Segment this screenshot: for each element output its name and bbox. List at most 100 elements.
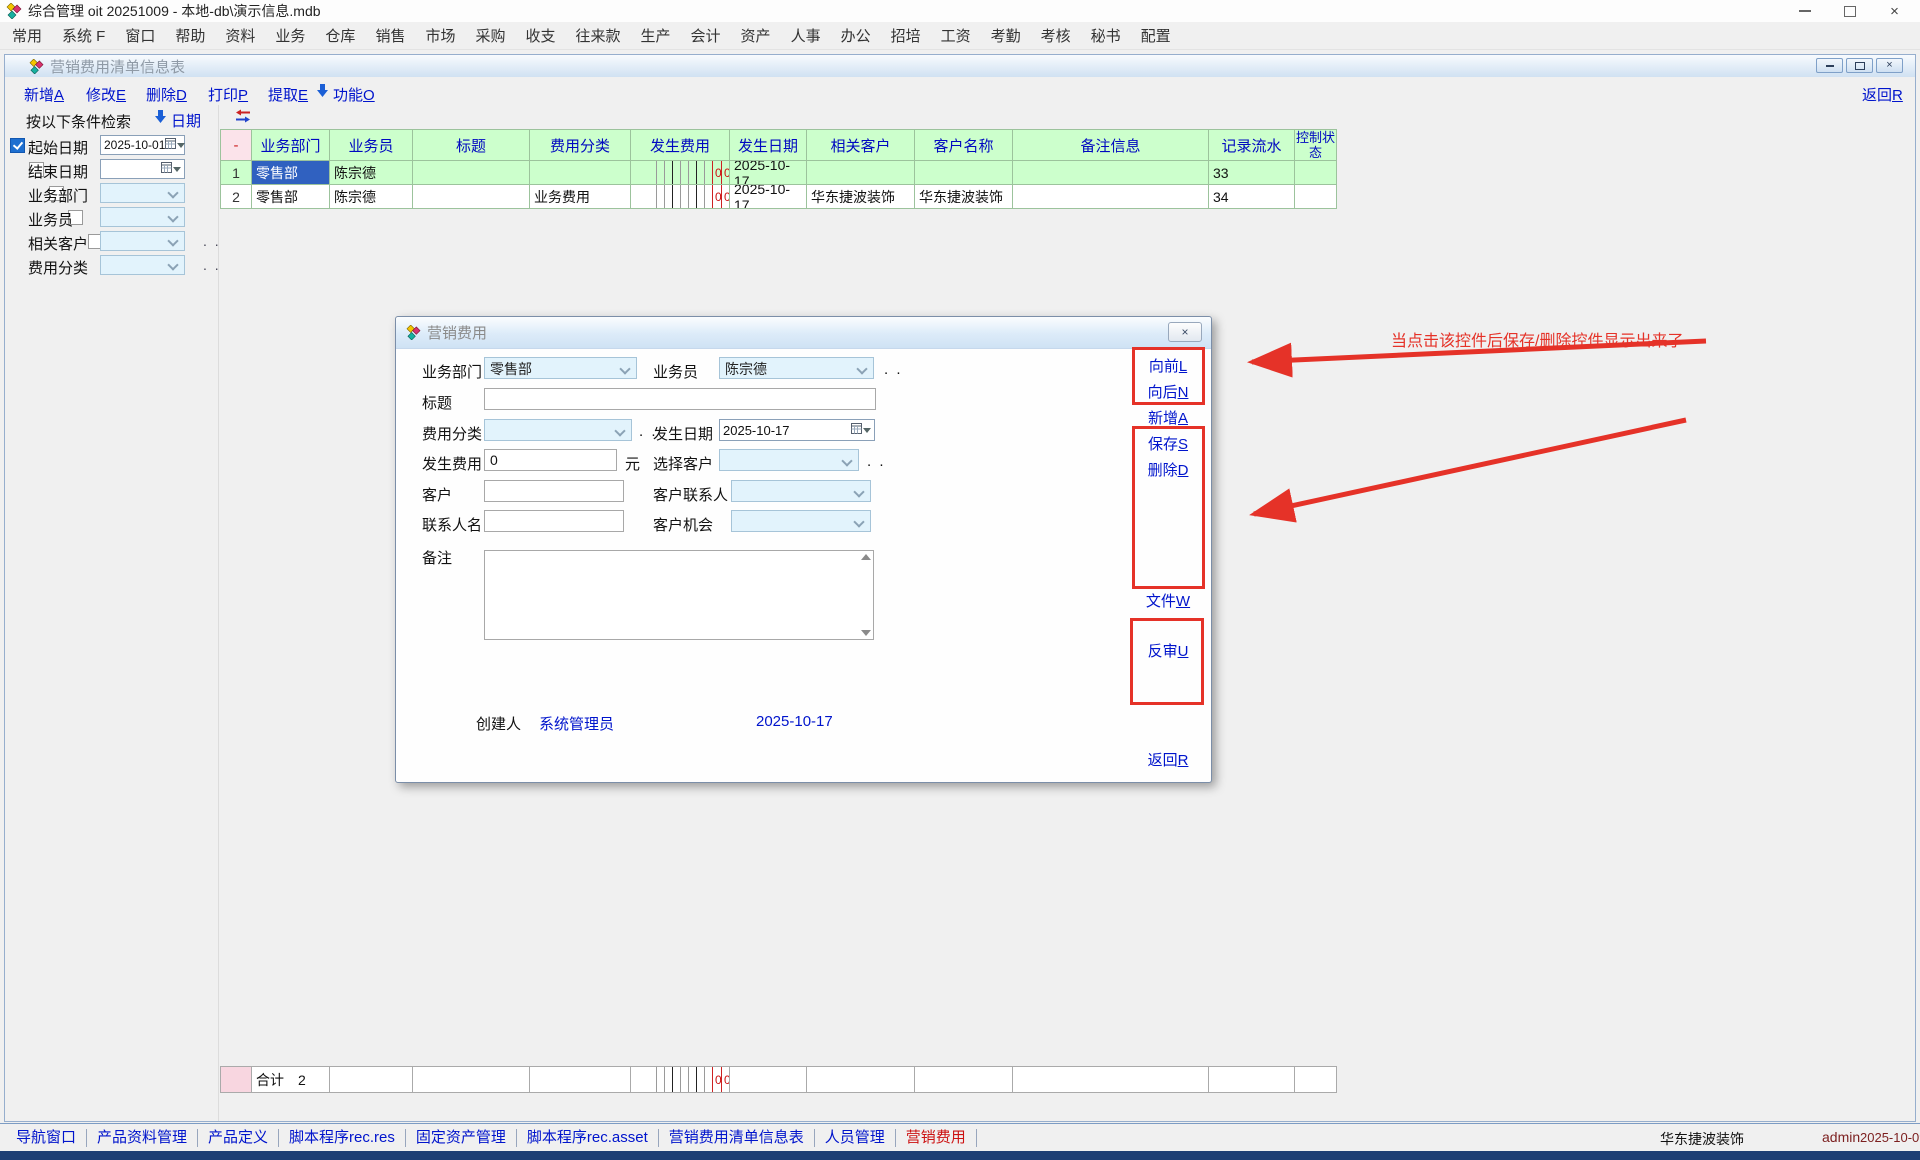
menu-item-wanglaikuan[interactable]: 往来款 (566, 25, 631, 46)
dialog-file-button[interactable]: 文件W (1140, 590, 1196, 611)
dialog-close-button[interactable]: × (1168, 322, 1202, 342)
customer-input[interactable] (484, 480, 624, 502)
toolbar-add-button[interactable]: 新增A (24, 84, 64, 105)
table-row[interactable]: 1 零售部 陈宗德 00 2025-10-17 33 (220, 161, 1337, 185)
grid-header-select[interactable]: - (221, 130, 252, 161)
sort-by-date-button[interactable]: 日期 (171, 110, 201, 131)
grid-header-title[interactable]: 标题 (413, 130, 530, 161)
menu-item-bangzhu[interactable]: 帮助 (165, 25, 215, 46)
grid-header-serial[interactable]: 记录流水 (1209, 130, 1295, 161)
row-serial[interactable]: 33 (1209, 161, 1295, 185)
row-fee[interactable]: 00 (631, 161, 730, 185)
menu-item-zhaopei[interactable]: 招培 (881, 25, 931, 46)
dropdown-arrow-icon[interactable] (177, 143, 185, 148)
grid-header-dept[interactable]: 业务部门 (252, 130, 330, 161)
menu-item-bangong[interactable]: 办公 (831, 25, 881, 46)
tab-script-rec-asset[interactable]: 脚本程序rec.asset (517, 1129, 659, 1147)
toolbar-extract-button[interactable]: 提取E (268, 84, 308, 105)
title-input[interactable] (484, 388, 876, 410)
date-input[interactable]: 2025-10-17 (719, 419, 875, 441)
scroll-up-icon[interactable] (861, 554, 871, 560)
agent-select[interactable]: 陈宗德 (719, 357, 874, 379)
menu-item-yewu[interactable]: 业务 (265, 25, 315, 46)
row-category[interactable] (530, 161, 631, 185)
row-fee[interactable]: 00 (631, 185, 730, 209)
category-select[interactable] (484, 419, 632, 441)
swap-columns-icon[interactable] (234, 109, 252, 128)
mdi-close-button[interactable]: × (1876, 58, 1903, 73)
dialog-add-button[interactable]: 新增A (1140, 407, 1196, 428)
row-category[interactable]: 业务费用 (530, 185, 631, 209)
pick-customer-select[interactable] (719, 449, 859, 471)
tab-fixed-assets[interactable]: 固定资产管理 (406, 1129, 517, 1147)
menu-item-peizhi[interactable]: 配置 (1131, 25, 1181, 46)
dialog-return-button[interactable]: 返回R (1140, 749, 1196, 770)
menu-item-shengchan[interactable]: 生产 (631, 25, 681, 46)
mdi-restore-button[interactable] (1846, 58, 1873, 73)
row-dept[interactable]: 零售部 (252, 185, 330, 209)
calendar-icon[interactable] (165, 136, 176, 154)
grid-header-customer[interactable]: 客户名称 (915, 130, 1013, 161)
tab-personnel[interactable]: 人员管理 (815, 1129, 896, 1147)
fee-input[interactable]: 0 (484, 449, 617, 471)
row-date[interactable]: 2025-10-17 (730, 185, 807, 209)
grid-header-related[interactable]: 相关客户 (807, 130, 915, 161)
filter-start-date-checkbox[interactable] (10, 138, 25, 153)
contact-name-input[interactable] (484, 510, 624, 532)
maximize-button[interactable] (1827, 0, 1872, 22)
menu-item-caigou[interactable]: 采购 (465, 25, 515, 46)
scroll-down-icon[interactable] (861, 630, 871, 636)
row-serial[interactable]: 34 (1209, 185, 1295, 209)
filter-customer-select[interactable] (100, 231, 185, 251)
menu-item-renshi[interactable]: 人事 (781, 25, 831, 46)
grid-header-date[interactable]: 发生日期 (730, 130, 807, 161)
agent-more-button[interactable]: . . (884, 361, 903, 378)
pick-customer-more-button[interactable]: . . (867, 453, 886, 470)
menu-item-kaohe[interactable]: 考核 (1031, 25, 1081, 46)
tab-marketing-expense-active[interactable]: 营销费用 (896, 1129, 977, 1147)
menu-item-chuangkou[interactable]: 窗口 (115, 25, 165, 46)
grid-header-agent[interactable]: 业务员 (330, 130, 413, 161)
row-agent[interactable]: 陈宗德 (330, 161, 413, 185)
opportunity-select[interactable] (731, 510, 871, 532)
filter-agent-select[interactable] (100, 207, 185, 227)
note-textarea[interactable] (484, 550, 874, 640)
grid-header-fee[interactable]: 发生费用 (631, 130, 730, 161)
menu-item-shouzhi[interactable]: 收支 (515, 25, 565, 46)
close-button[interactable]: × (1872, 0, 1917, 22)
tab-expense-list[interactable]: 营销费用清单信息表 (659, 1129, 815, 1147)
calendar-icon[interactable] (851, 421, 862, 439)
row-date[interactable]: 2025-10-17 (730, 161, 807, 185)
row-customer[interactable] (915, 161, 1013, 185)
row-title[interactable] (413, 185, 530, 209)
toolbar-function-button[interactable]: 功能O (333, 84, 375, 105)
grid-header-category[interactable]: 费用分类 (530, 130, 631, 161)
contact-select[interactable] (731, 480, 871, 502)
tab-product-data[interactable]: 产品资料管理 (87, 1129, 198, 1147)
row-customer[interactable]: 华东捷波装饰 (915, 185, 1013, 209)
grid-header-note[interactable]: 备注信息 (1013, 130, 1209, 161)
minimize-button[interactable] (1782, 0, 1827, 22)
row-related[interactable]: 华东捷波装饰 (807, 185, 915, 209)
menu-item-kuaiji[interactable]: 会计 (681, 25, 731, 46)
tab-product-def[interactable]: 产品定义 (198, 1129, 279, 1147)
dropdown-arrow-icon[interactable] (173, 167, 181, 172)
toolbar-delete-button[interactable]: 删除D (146, 84, 187, 105)
menu-item-xiaoshou[interactable]: 销售 (365, 25, 415, 46)
toolbar-return-button[interactable]: 返回R (1862, 84, 1903, 105)
table-row[interactable]: 2 零售部 陈宗德 业务费用 00 2025-10-17 华东捷波装饰 华东捷波… (220, 185, 1337, 209)
menu-item-zichan[interactable]: 资产 (731, 25, 781, 46)
menu-item-shichang[interactable]: 市场 (415, 25, 465, 46)
row-agent[interactable]: 陈宗德 (330, 185, 413, 209)
menu-item-cangku[interactable]: 仓库 (315, 25, 365, 46)
calendar-icon[interactable] (161, 160, 172, 178)
grid-header-state[interactable]: 控制状态 (1295, 130, 1337, 161)
filter-dept-select[interactable] (100, 183, 185, 203)
row-note[interactable] (1013, 161, 1209, 185)
menu-item-kaoqin[interactable]: 考勤 (981, 25, 1031, 46)
toolbar-print-button[interactable]: 打印P (208, 84, 248, 105)
row-dept-selected-cell[interactable]: 零售部 (252, 161, 330, 185)
mdi-minimize-button[interactable] (1816, 58, 1843, 73)
row-state[interactable] (1295, 185, 1337, 209)
filter-start-date-input[interactable]: 2025-10-01 (100, 135, 185, 155)
